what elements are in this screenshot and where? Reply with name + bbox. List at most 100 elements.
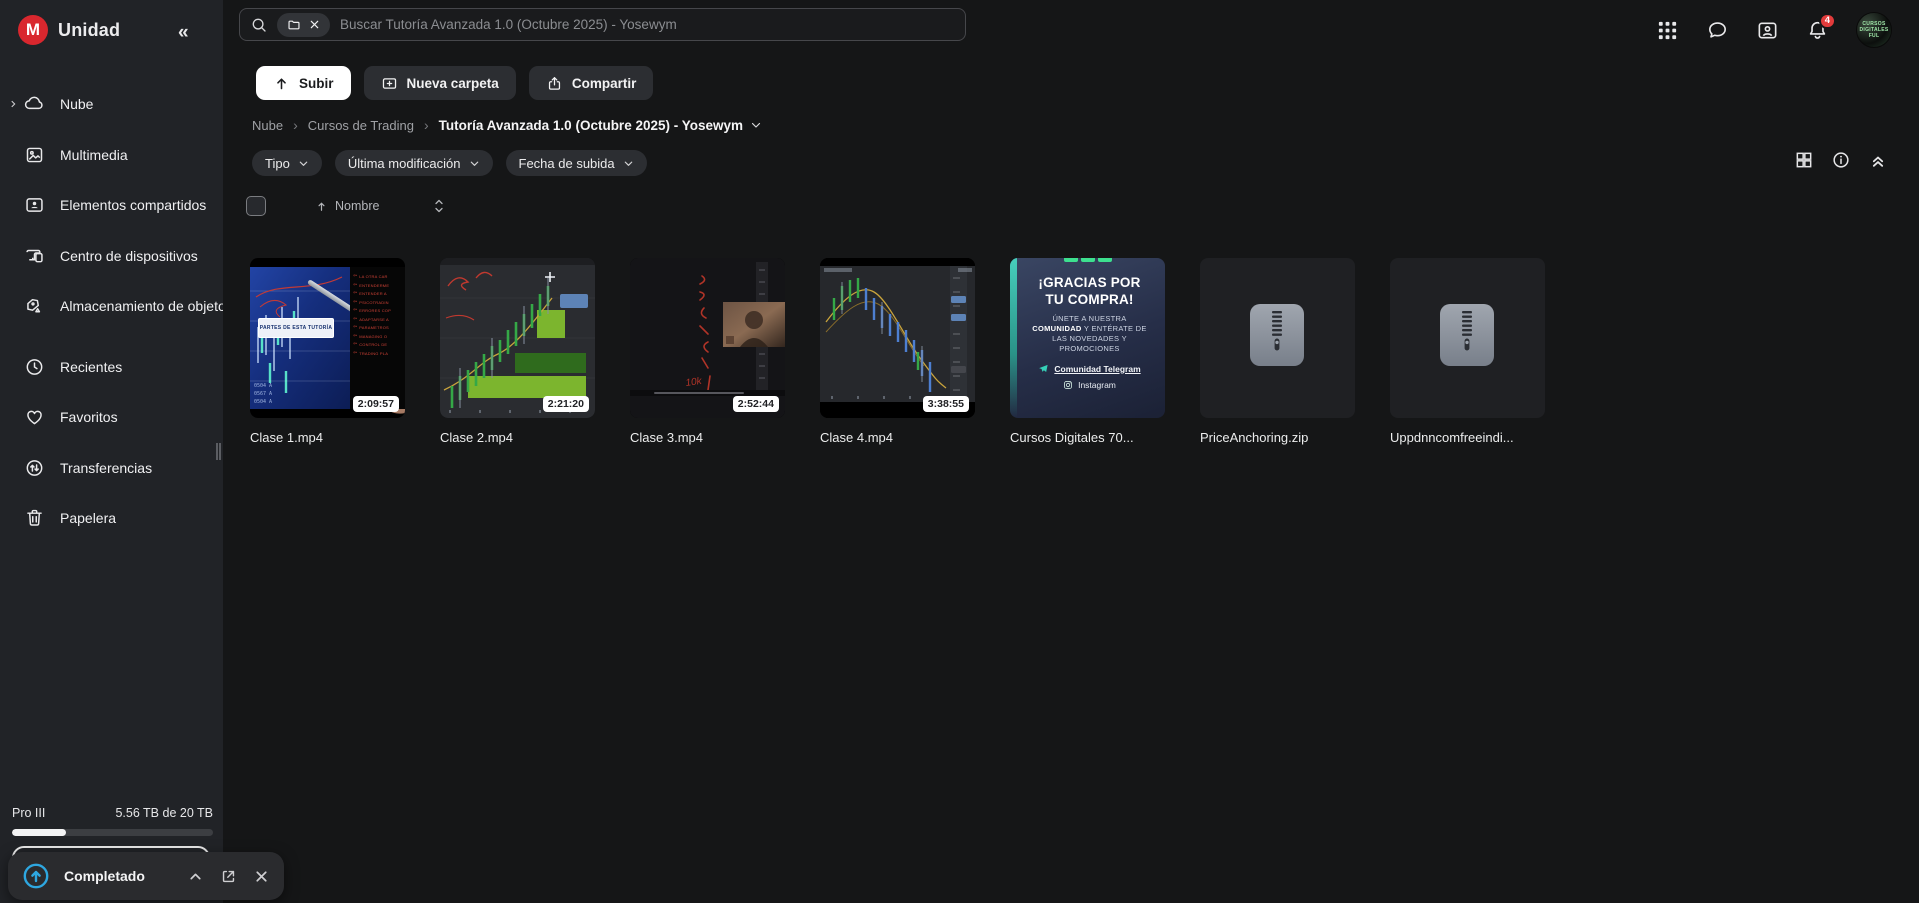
- select-all-checkbox[interactable]: [246, 196, 266, 216]
- promo-title-line: TU COMPRA!: [1020, 291, 1159, 308]
- file-name[interactable]: Clase 3.mp4: [630, 430, 785, 445]
- file-card[interactable]: 3:38:55 Clase 4.mp4: [820, 258, 975, 445]
- clear-scope-icon[interactable]: [309, 19, 320, 30]
- sidebar-item-label: Almacenamiento de objetos: [60, 298, 223, 314]
- info-icon[interactable]: [1831, 150, 1851, 170]
- sidebar-item-favoritos[interactable]: Favoritos: [0, 392, 223, 443]
- file-card[interactable]: 10k 2:52:44 Clase 3.mp4: [630, 258, 785, 445]
- file-card[interactable]: 2:21:20 Clase 2.mp4: [440, 258, 595, 445]
- file-name[interactable]: Uppdnncomfreeindi...: [1390, 430, 1545, 445]
- breadcrumb: Nube › Cursos de Trading › Tutoría Avanz…: [252, 117, 762, 133]
- sidebar-item-transferencias[interactable]: Transferencias: [0, 443, 223, 494]
- filter-fecha-de-subida[interactable]: Fecha de subida: [506, 150, 647, 176]
- zip-thumbnail: [1200, 258, 1355, 418]
- toast-close-icon[interactable]: [253, 868, 270, 885]
- sort-toggle-icon[interactable]: [433, 198, 445, 214]
- duration-badge: 2:52:44: [733, 396, 779, 412]
- breadcrumb-item[interactable]: Nube: [252, 118, 283, 133]
- brand[interactable]: M Unidad: [18, 15, 120, 45]
- toast-collapse-icon[interactable]: [187, 868, 204, 885]
- file-name[interactable]: Clase 1.mp4: [250, 430, 405, 445]
- upload-button[interactable]: Subir: [256, 66, 351, 100]
- sidebar: M Unidad « Nube Multimedia Elementos com…: [0, 0, 223, 903]
- toast-label: Completado: [64, 868, 171, 884]
- file-card[interactable]: ¡GRACIAS POR TU COMPRA! ÚNETE A NUESTRA …: [1010, 258, 1165, 445]
- sidebar-nav: Nube Multimedia Elementos compartidos Ce…: [0, 79, 223, 544]
- filter-label: Tipo: [265, 156, 290, 171]
- file-card[interactable]: PriceAnchoring.zip: [1200, 258, 1355, 445]
- thumbnail-topic-list: ⇦LA OTRA CAR ⇦ENTENDERME ⇦ENTENDER A ⇦PS…: [350, 267, 405, 409]
- chevron-down-icon: [469, 158, 480, 169]
- chat-icon[interactable]: [1706, 19, 1729, 42]
- search-scope-chip[interactable]: [277, 13, 330, 37]
- breadcrumb-current[interactable]: Tutoría Avanzada 1.0 (Octubre 2025) - Yo…: [439, 118, 762, 133]
- sidebar-resize-handle[interactable]: [216, 443, 221, 460]
- zip-file-icon: [1250, 304, 1304, 366]
- toast-open-transfers-icon[interactable]: [220, 868, 237, 885]
- search-bar[interactable]: [239, 8, 966, 41]
- breadcrumb-separator: ›: [293, 117, 298, 133]
- sidebar-item-centro-de-dispositivos[interactable]: Centro de dispositivos: [0, 231, 223, 282]
- brand-name: Unidad: [58, 20, 120, 41]
- sidebar-item-label: Nube: [60, 96, 93, 112]
- upload-arrow-icon: [273, 75, 290, 92]
- sidebar-item-label: Centro de dispositivos: [60, 248, 198, 264]
- new-folder-button[interactable]: Nueva carpeta: [364, 66, 516, 100]
- breadcrumb-item[interactable]: Cursos de Trading: [308, 118, 414, 133]
- topbar-icons: 4 CURSOS DIGITALES FUL: [1656, 12, 1892, 48]
- cloud-icon: [24, 94, 45, 115]
- sort-by-name[interactable]: Nombre: [315, 199, 379, 213]
- breadcrumb-separator: ›: [424, 117, 429, 133]
- breadcrumb-current-label: Tutoría Avanzada 1.0 (Octubre 2025) - Yo…: [439, 118, 743, 133]
- telegram-icon: [1038, 363, 1049, 374]
- chevron-down-icon: [750, 119, 762, 131]
- sort-ascending-icon: [315, 200, 328, 213]
- instagram-link-art: Instagram: [1020, 380, 1159, 390]
- thumbnail-art: [440, 258, 595, 418]
- zip-file-icon: [1440, 304, 1494, 366]
- device-centre-icon: [24, 245, 45, 266]
- sidebar-item-recientes[interactable]: Recientes: [0, 342, 223, 393]
- apps-grid-icon[interactable]: [1656, 19, 1679, 42]
- action-toolbar: Subir Nueva carpeta Compartir: [256, 66, 653, 100]
- sidebar-item-multimedia[interactable]: Multimedia: [0, 130, 223, 181]
- transfer-toast[interactable]: Completado: [8, 852, 284, 900]
- chevron-right-icon[interactable]: [8, 99, 18, 109]
- svg-text:0504 A: 0504 A: [254, 399, 272, 405]
- storage-usage: 5.56 TB de 20 TB: [115, 806, 213, 820]
- collapse-up-icon[interactable]: [1868, 150, 1888, 170]
- sidebar-item-almacenamiento-objetos[interactable]: Almacenamiento de objetos: [0, 281, 223, 332]
- video-thumbnail: 2:21:20: [440, 258, 595, 418]
- file-name[interactable]: Clase 4.mp4: [820, 430, 975, 445]
- promo-sub-line: PROMOCIONES: [1020, 344, 1159, 354]
- grid-view-icon[interactable]: [1794, 150, 1814, 170]
- filter-label: Última modificación: [348, 156, 461, 171]
- sidebar-item-nube[interactable]: Nube: [0, 79, 223, 130]
- notifications-button[interactable]: 4: [1806, 19, 1829, 42]
- duration-badge: 2:09:57: [353, 396, 399, 412]
- file-name[interactable]: Cursos Digitales 70...: [1010, 430, 1165, 445]
- clock-icon: [24, 356, 45, 377]
- image-thumbnail: ¡GRACIAS POR TU COMPRA! ÚNETE A NUESTRA …: [1010, 258, 1165, 418]
- file-name[interactable]: PriceAnchoring.zip: [1200, 430, 1355, 445]
- sidebar-item-elementos-compartidos[interactable]: Elementos compartidos: [0, 180, 223, 231]
- file-name[interactable]: Clase 2.mp4: [440, 430, 595, 445]
- sidebar-item-label: Papelera: [60, 510, 116, 526]
- sidebar-item-label: Recientes: [60, 359, 122, 375]
- thumbnail-art: [820, 258, 975, 418]
- contacts-icon[interactable]: [1756, 19, 1779, 42]
- promo-title-line: ¡GRACIAS POR: [1020, 274, 1159, 291]
- sidebar-item-papelera[interactable]: Papelera: [0, 493, 223, 544]
- share-button[interactable]: Compartir: [529, 66, 654, 100]
- file-card[interactable]: Uppdnncomfreeindi...: [1390, 258, 1545, 445]
- file-card[interactable]: 0504 A0567 A0504 A ⇦LA OTRA CAR ⇦ENTENDE…: [250, 258, 405, 445]
- filter-tipo[interactable]: Tipo: [252, 150, 322, 176]
- search-input[interactable]: [340, 17, 955, 32]
- filter-row: Tipo Última modificación Fecha de subida: [252, 150, 647, 176]
- avatar[interactable]: CURSOS DIGITALES FUL: [1856, 12, 1892, 48]
- upload-label: Subir: [299, 76, 334, 91]
- filter-ultima-modificacion[interactable]: Última modificación: [335, 150, 493, 176]
- zip-thumbnail: [1390, 258, 1545, 418]
- sidebar-collapse-icon[interactable]: «: [178, 22, 189, 44]
- avatar-text: CURSOS: [1862, 22, 1885, 27]
